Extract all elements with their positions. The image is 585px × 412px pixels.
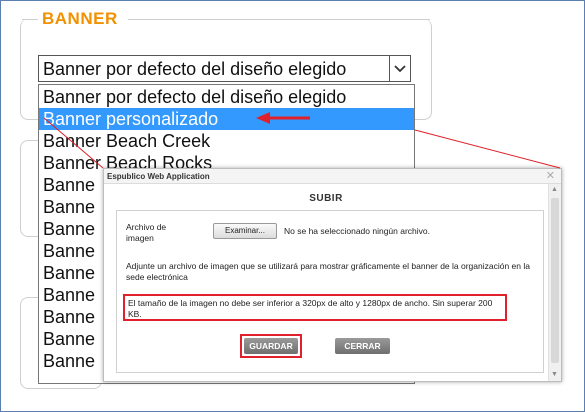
size-requirements-text: El tamaño de la imagen no debe ser infer… [128, 298, 493, 319]
upload-description: Adjunte un archivo de imagen que se util… [126, 261, 530, 282]
file-field-label: Archivo de imagen [126, 222, 167, 243]
upload-dialog: Espublico Web Application ✕ ▲ ▼ SUBIR Ar… [103, 168, 562, 382]
scroll-down-icon[interactable]: ▼ [551, 371, 558, 379]
banner-select[interactable]: Banner por defecto del diseño elegido [38, 55, 411, 82]
dropdown-option[interactable]: Banner Beach Creek [39, 130, 414, 152]
file-status-text: No se ha seleccionado ningún archivo. [284, 226, 431, 236]
close-button[interactable]: CERRAR [335, 338, 390, 354]
scrollbar-thumb[interactable] [551, 198, 559, 363]
dialog-heading: SUBIR [309, 193, 343, 204]
dialog-app-title: Espublico Web Application [107, 172, 210, 181]
dialog-scrollbar[interactable]: ▲ ▼ [548, 184, 561, 381]
warning-highlight-box: El tamaño de la imagen no debe ser infer… [123, 294, 507, 321]
close-icon[interactable]: ✕ [546, 170, 555, 182]
scroll-up-icon[interactable]: ▲ [551, 186, 558, 194]
chevron-down-icon[interactable] [389, 55, 411, 82]
save-button-highlight: GUARDAR [240, 334, 302, 358]
browse-button[interactable]: Examinar... [213, 223, 277, 239]
banner-select-value: Banner por defecto del diseño elegido [43, 59, 347, 79]
dropdown-option-selected[interactable]: Banner personalizado [39, 108, 414, 130]
save-button[interactable]: GUARDAR [244, 338, 298, 354]
dropdown-option[interactable]: Banner por defecto del diseño elegido [39, 86, 414, 108]
banner-legend: BANNER [38, 9, 122, 29]
dialog-title-bar: Espublico Web Application [104, 169, 561, 184]
